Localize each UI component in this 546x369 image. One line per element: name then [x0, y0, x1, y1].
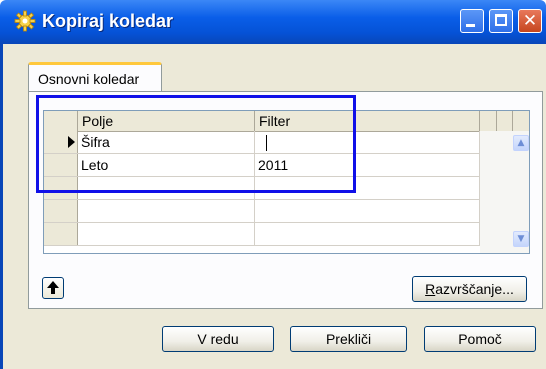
scroll-down-icon[interactable]: ▼: [513, 231, 529, 247]
maximize-button[interactable]: [489, 9, 513, 33]
move-up-button[interactable]: [42, 277, 64, 299]
field-cell[interactable]: [78, 200, 255, 222]
row-selector[interactable]: [44, 200, 78, 222]
dialog-window: Kopiraj koledar ✕ Osnovni koledar Polje …: [0, 0, 546, 369]
row-selector[interactable]: [44, 223, 78, 245]
vertical-scrollbar[interactable]: ▲ ▼: [480, 131, 529, 253]
ok-button[interactable]: V redu: [162, 326, 274, 352]
cancel-button[interactable]: Prekliči: [290, 326, 407, 352]
sort-button[interactable]: Razvrščanje...: [412, 276, 527, 302]
filter-cell[interactable]: [255, 223, 480, 245]
header-spacer: [497, 111, 513, 131]
tab-osnovni-koledar[interactable]: Osnovni koledar: [28, 62, 162, 92]
close-button[interactable]: ✕: [518, 9, 542, 33]
title-bar[interactable]: Kopiraj koledar ✕: [0, 0, 546, 44]
table-row[interactable]: [44, 200, 480, 223]
field-cell[interactable]: [78, 223, 255, 245]
help-button[interactable]: Pomoč: [424, 326, 536, 352]
scroll-up-icon[interactable]: ▲: [513, 135, 529, 151]
sort-accelerator: R: [425, 281, 436, 297]
highlight-box: [36, 95, 356, 193]
gear-icon: [14, 10, 36, 32]
arrow-up-icon: [43, 278, 63, 298]
window-title: Kopiraj koledar: [42, 11, 174, 31]
header-spacer: [480, 111, 497, 131]
minimize-icon: [466, 24, 475, 27]
filter-cell[interactable]: [255, 200, 480, 222]
close-icon: ✕: [522, 11, 538, 31]
sort-label: azvrščanje...: [435, 281, 514, 297]
maximize-icon: [495, 14, 507, 26]
table-row[interactable]: [44, 223, 480, 246]
minimize-button[interactable]: [460, 9, 484, 33]
